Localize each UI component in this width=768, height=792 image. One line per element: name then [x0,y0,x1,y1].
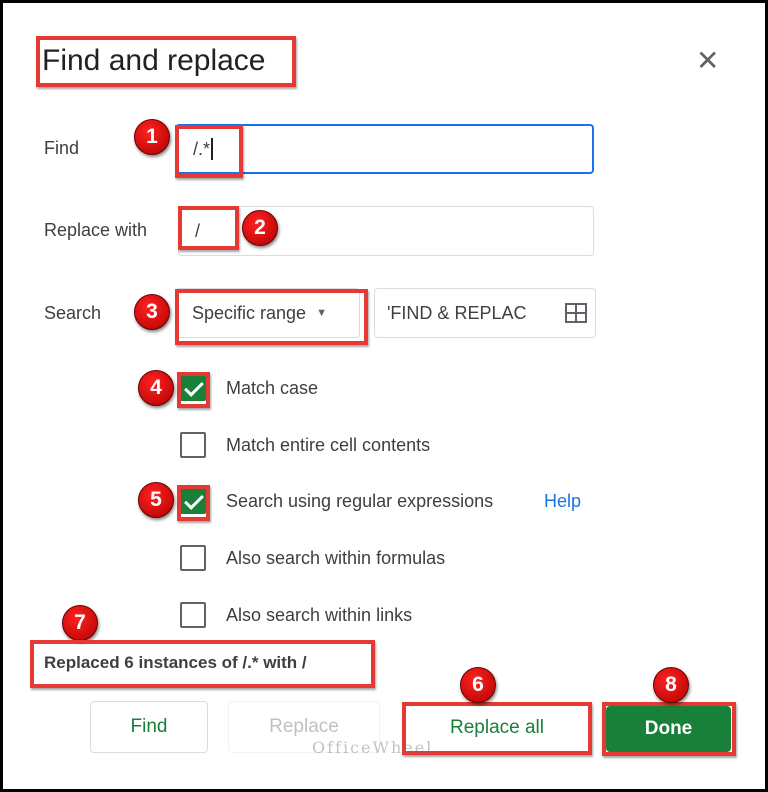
links-label: Also search within links [226,605,413,625]
grid-icon[interactable] [565,303,587,323]
help-link[interactable]: Help [544,491,581,512]
step-badge-7: 7 [62,605,98,641]
links-checkbox[interactable] [180,602,206,628]
dialog-title: Find and replace [42,44,266,77]
find-highlight [175,125,243,178]
match-entire-cell-label: Match entire cell contents [226,435,431,455]
formulas-label: Also search within formulas [226,548,446,568]
range-value: 'FIND & REPLAC [387,302,527,323]
formulas-checkbox[interactable] [180,545,206,571]
regex-highlight [177,485,210,521]
step-badge-8: 8 [653,667,689,703]
step-badge-4: 4 [138,370,174,406]
step-badge-1: 1 [134,119,170,155]
replace-input[interactable]: / [178,206,594,256]
step-badge-3: 3 [134,294,170,330]
range-input[interactable]: 'FIND & REPLAC [374,288,596,338]
match-case-highlight [177,372,210,408]
close-icon[interactable]: ✕ [696,44,719,77]
step-badge-2: 2 [242,210,278,246]
replace-highlight [178,206,239,250]
done-highlight [602,702,736,756]
find-label: Find [44,138,80,158]
watermark-logo: OfficeWheel [312,738,434,757]
regex-label: Search using regular expressions [226,491,494,511]
step-badge-5: 5 [138,482,174,518]
replace-label: Replace with [44,220,148,240]
find-button[interactable]: Find [90,701,208,753]
step-badge-6: 6 [460,667,496,703]
search-highlight [175,289,368,345]
match-entire-cell-checkbox[interactable] [180,432,206,458]
status-message: Replaced 6 instances of /.* with / [44,653,307,672]
search-label: Search [44,303,102,323]
match-case-label: Match case [226,378,319,398]
